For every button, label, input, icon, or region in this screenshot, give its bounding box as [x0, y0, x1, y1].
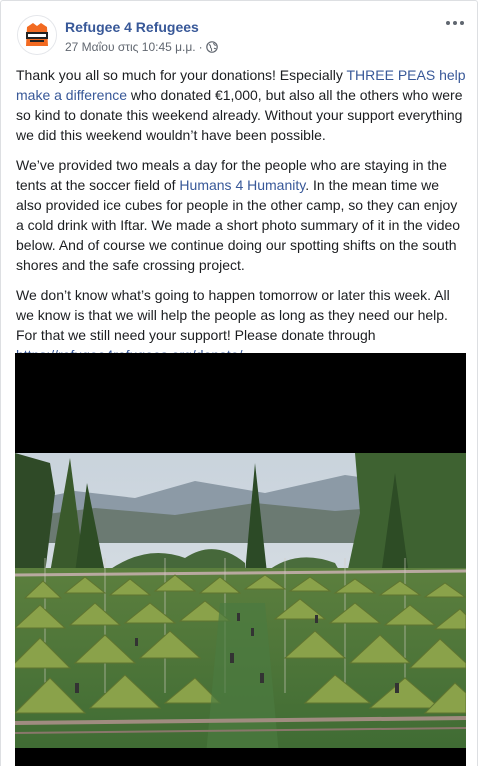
paragraph-2: We’ve provided two meals a day for the p… — [16, 155, 466, 275]
page-name-link[interactable]: Refugee 4 Refugees — [65, 19, 199, 35]
meta-separator: · — [198, 40, 203, 54]
post-message: Thank you all so much for your donations… — [16, 65, 466, 375]
post-header: Refugee 4 Refugees 27 Μαΐου στις 10:45 μ… — [17, 13, 464, 57]
more-dot — [446, 21, 450, 25]
page-avatar[interactable] — [17, 15, 57, 55]
post-timestamp[interactable]: 27 Μαΐου στις 10:45 μ.μ. — [65, 40, 196, 54]
paragraph-1-text-a: Thank you all so much for your donations… — [16, 67, 347, 83]
more-dot — [460, 21, 464, 25]
video-player[interactable] — [15, 353, 466, 766]
video-thumbnail — [15, 353, 466, 766]
post-card: Refugee 4 Refugees 27 Μαΐου στις 10:45 μ… — [0, 0, 478, 766]
paragraph-3-text-a: We don’t know what’s going to happen tom… — [16, 287, 450, 343]
more-options-icon[interactable] — [443, 13, 467, 33]
paragraph-1: Thank you all so much for your donations… — [16, 65, 466, 145]
globe-icon[interactable] — [205, 41, 218, 53]
more-dot — [453, 21, 457, 25]
life-vest-logo — [18, 16, 56, 54]
humans-4-humanity-link[interactable]: Humans 4 Humanity — [179, 177, 305, 193]
post-meta: 27 Μαΐου στις 10:45 μ.μ. · — [65, 40, 218, 54]
